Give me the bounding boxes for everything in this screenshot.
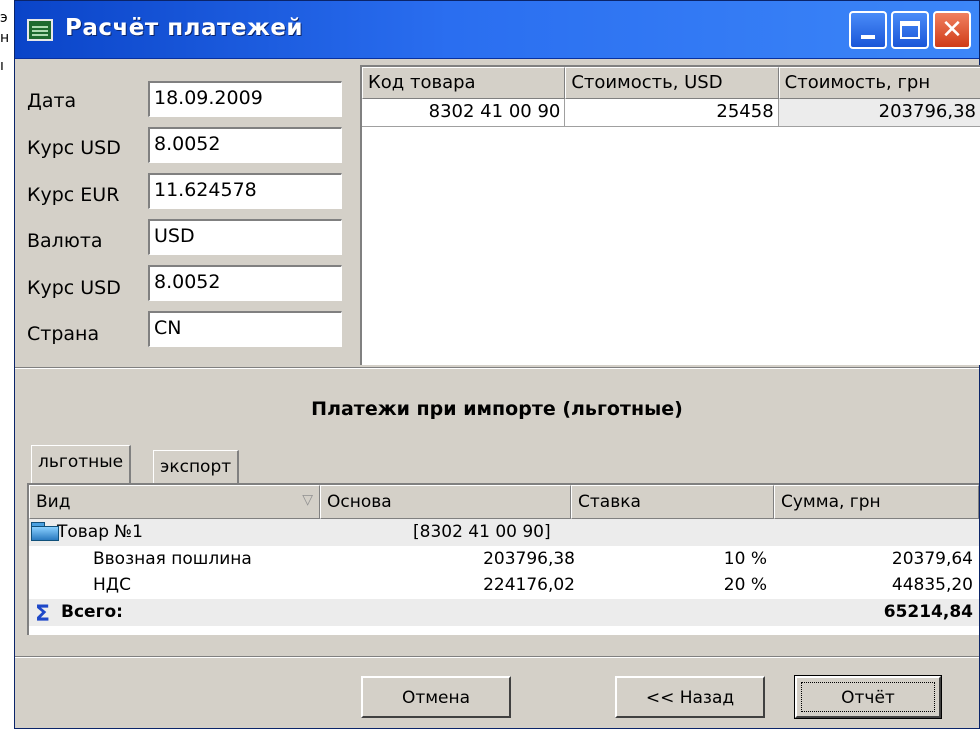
background-window-edge: ı xyxy=(0,58,4,74)
minimize-button[interactable] xyxy=(849,11,887,49)
goods-table-header: Код товара Стоимость, USD Стоимость, грн xyxy=(362,67,980,99)
calculator-grid-icon xyxy=(27,19,53,41)
total-label: Всего: xyxy=(61,602,123,622)
title-bar[interactable]: Расчёт платежей ✕ xyxy=(15,1,979,59)
payment-base: 203796,38 xyxy=(483,549,575,569)
sort-down-icon[interactable]: ▽ xyxy=(302,492,313,508)
usd-rate-field[interactable]: 8.0052 xyxy=(148,127,342,163)
country-field[interactable]: CN xyxy=(148,311,342,347)
maximize-icon xyxy=(900,21,920,39)
tab-privileged[interactable]: льготные xyxy=(31,445,132,483)
eur-rate-label: Курс EUR xyxy=(27,184,120,206)
folder-icon xyxy=(31,522,59,541)
payments-table-header: Вид ▽ Основа Ставка Сумма, грн xyxy=(29,485,979,519)
column-header-rate[interactable]: Ставка xyxy=(571,485,774,519)
country-label: Страна xyxy=(27,323,100,345)
background-window-edge: н xyxy=(0,30,10,46)
payment-name: Ввозная пошлина xyxy=(93,549,252,569)
cell-cost-uah[interactable]: 203796,38 xyxy=(778,99,980,127)
usd-rate-2-label: Курс USD xyxy=(27,277,121,299)
goods-table: Код товара Стоимость, USD Стоимость, грн… xyxy=(360,65,980,365)
group-code: [8302 41 00 90] xyxy=(413,522,551,542)
maximize-button[interactable] xyxy=(891,11,929,49)
report-button[interactable]: Отчёт xyxy=(794,675,942,719)
payment-base: 224176,02 xyxy=(483,575,575,595)
payment-rate: 20 % xyxy=(723,575,767,595)
payment-sum: 44835,20 xyxy=(891,575,973,595)
column-header-cost-uah[interactable]: Стоимость, грн xyxy=(778,67,980,99)
group-row[interactable]: Товар №1 [8302 41 00 90] xyxy=(29,519,979,546)
payment-name: НДС xyxy=(93,575,131,595)
tab-export[interactable]: экспорт xyxy=(153,450,240,484)
column-header-type[interactable]: Вид ▽ xyxy=(29,485,320,519)
payments-window: Расчёт платежей ✕ Дата 18.09.2009 Курс U… xyxy=(14,0,980,729)
table-row[interactable]: Ввозная пошлина 203796,38 10 % 20379,64 xyxy=(29,546,979,573)
background-window-edge: э xyxy=(0,10,8,26)
table-row[interactable]: 8302 41 00 90 25458 203796,38 xyxy=(362,99,980,127)
group-name: Товар №1 xyxy=(57,522,143,542)
table-row[interactable]: НДС 224176,02 20 % 44835,20 xyxy=(29,572,979,599)
cell-cost-usd[interactable]: 25458 xyxy=(565,99,779,127)
cell-code[interactable]: 8302 41 00 90 xyxy=(362,99,566,127)
section-divider xyxy=(15,367,979,369)
currency-label: Валюта xyxy=(27,230,103,252)
sigma-icon: Σ xyxy=(35,602,51,627)
column-header-base[interactable]: Основа xyxy=(320,485,571,519)
date-label: Дата xyxy=(27,90,77,112)
column-header-cost-usd[interactable]: Стоимость, USD xyxy=(565,67,779,99)
column-header-code[interactable]: Код товара xyxy=(362,67,566,99)
close-icon: ✕ xyxy=(941,15,963,45)
total-row[interactable]: Σ Всего: 65214,84 xyxy=(29,599,979,627)
date-field[interactable]: 18.09.2009 xyxy=(148,81,342,117)
column-header-type-label: Вид xyxy=(36,492,71,512)
currency-field[interactable]: USD xyxy=(148,219,342,255)
close-button[interactable]: ✕ xyxy=(933,11,971,49)
column-header-sum[interactable]: Сумма, грн xyxy=(774,485,979,519)
payment-sum: 20379,64 xyxy=(891,549,973,569)
payment-rate: 10 % xyxy=(723,549,767,569)
cancel-button[interactable]: Отмена xyxy=(361,676,511,718)
usd-rate-2-field[interactable]: 8.0052 xyxy=(148,265,342,301)
eur-rate-field[interactable]: 11.624578 xyxy=(148,173,342,209)
buttons-divider xyxy=(15,656,979,658)
minimize-icon xyxy=(861,35,875,39)
back-button[interactable]: << Назад xyxy=(615,676,765,718)
window-title: Расчёт платежей xyxy=(65,15,304,41)
payments-heading: Платежи при импорте (льготные) xyxy=(311,398,683,420)
payments-table: Вид ▽ Основа Ставка Сумма, грн Товар №1 … xyxy=(27,483,979,635)
total-sum: 65214,84 xyxy=(883,602,973,622)
usd-rate-label: Курс USD xyxy=(27,137,121,159)
focus-rectangle xyxy=(801,682,935,712)
